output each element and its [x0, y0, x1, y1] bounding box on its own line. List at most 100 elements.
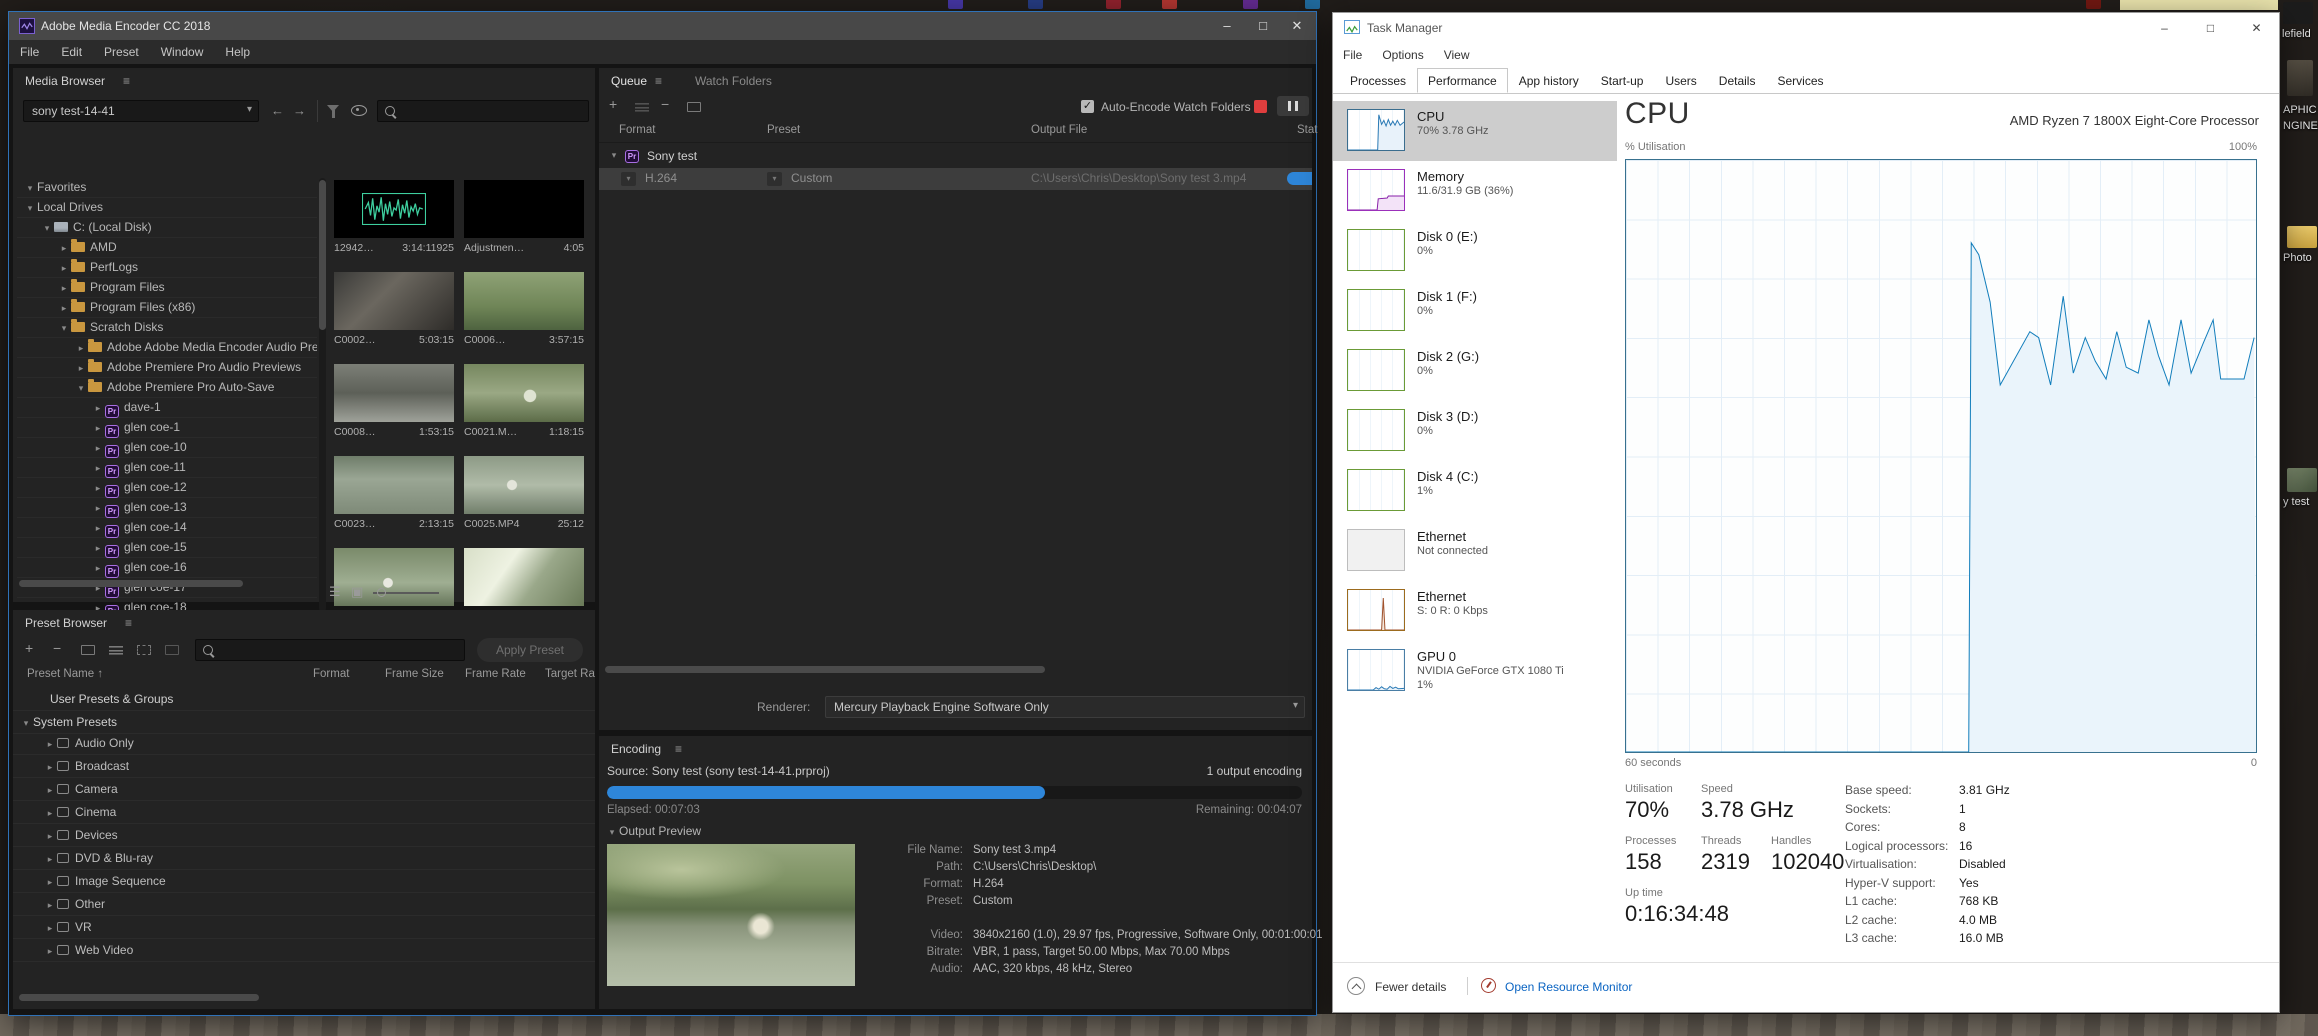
menu-item[interactable]: File	[1333, 43, 1372, 62]
perf-sidebar-item[interactable]: Disk 4 (C:) 1%	[1333, 461, 1617, 521]
menu-item[interactable]: File	[9, 40, 50, 59]
twist-icon[interactable]: ▸	[43, 848, 57, 870]
media-thumbnail[interactable]: 12942… 3:14:11925	[331, 178, 457, 264]
twist-icon[interactable]: ▾	[74, 379, 88, 398]
remove-source-icon[interactable]: −	[661, 96, 669, 112]
path-dropdown[interactable]: sony test-14-41 ▾	[23, 100, 259, 122]
twist-icon[interactable]: ▸	[43, 756, 57, 778]
twist-icon[interactable]: ▸	[43, 825, 57, 847]
twist-icon[interactable]: ▸	[74, 339, 88, 358]
tab[interactable]: Processes	[1339, 68, 1417, 93]
tree-item[interactable]: ▸Prglen coe-14	[17, 518, 317, 538]
stop-encoding-button[interactable]	[1254, 100, 1267, 113]
tree-item[interactable]: ▾Local Drives	[17, 198, 317, 218]
column-header[interactable]: Format	[313, 668, 349, 680]
column-header[interactable]: Output File	[1031, 124, 1087, 136]
twist-icon[interactable]: ▸	[43, 871, 57, 893]
apply-preset-button[interactable]: Apply Preset	[477, 638, 583, 662]
perf-sidebar-item[interactable]: Ethernet S: 0 R: 0 Kbps	[1333, 581, 1617, 641]
preset-category-row[interactable]: ▸VR	[13, 916, 595, 939]
tree-horizontal-scrollbar[interactable]	[19, 580, 243, 587]
media-thumbnail[interactable]: C0027.M… 1:56:15	[331, 546, 457, 612]
perf-sidebar-item[interactable]: Disk 1 (F:) 0%	[1333, 281, 1617, 341]
twist-icon[interactable]: ▾	[605, 827, 619, 838]
renderer-dropdown[interactable]: Mercury Playback Engine Software Only ▾	[825, 696, 1305, 718]
app-icon[interactable]	[1243, 0, 1258, 9]
perf-sidebar-item[interactable]: Disk 3 (D:) 0%	[1333, 401, 1617, 461]
tab[interactable]: Users	[1654, 68, 1707, 93]
twist-icon[interactable]: ▾	[23, 199, 37, 218]
preset-category-row[interactable]: ▸Web Video	[13, 939, 595, 962]
tree-item[interactable]: ▸Program Files (x86)	[17, 298, 317, 318]
maximize-button[interactable]: □	[2188, 13, 2233, 43]
back-icon[interactable]: ←	[271, 103, 284, 118]
media-thumbnail[interactable]: C0025.MP4 25:12	[461, 454, 587, 540]
add-preset-icon[interactable]: +	[25, 640, 33, 656]
tree-item[interactable]: ▸AMD	[17, 238, 317, 258]
tree-vertical-scrollbar[interactable]	[319, 180, 326, 330]
desktop-icon[interactable]	[2283, 2, 2313, 24]
close-button[interactable]: ✕	[1280, 12, 1314, 40]
column-header[interactable]: Stat	[1297, 124, 1317, 136]
menu-item[interactable]: Window	[150, 40, 215, 59]
tab-queue[interactable]: Queue	[611, 74, 647, 88]
twist-icon[interactable]: ▸	[91, 399, 105, 418]
twist-icon[interactable]: ▸	[43, 917, 57, 939]
column-header[interactable]: Preset Name ↑	[27, 668, 103, 680]
tree-item[interactable]: ▸Prglen coe-16	[17, 558, 317, 578]
preset-category-row[interactable]: ▸Cinema	[13, 801, 595, 824]
fewer-details-button[interactable]: Fewer details	[1375, 980, 1446, 994]
perf-sidebar-item[interactable]: Disk 2 (G:) 0%	[1333, 341, 1617, 401]
forward-icon[interactable]: →	[293, 103, 306, 118]
tree-item[interactable]: ▸Prglen coe-1	[17, 418, 317, 438]
twist-icon[interactable]: ▸	[91, 479, 105, 498]
tab[interactable]: Services	[1766, 68, 1834, 93]
list-view-icon[interactable]: ☰	[329, 584, 341, 600]
preset-group-row[interactable]: ▾System Presets	[13, 711, 595, 734]
twist-icon[interactable]: ▸	[91, 419, 105, 438]
tree-item[interactable]: ▸Prglen coe-11	[17, 458, 317, 478]
queue-item-row[interactable]: ▾ H.264 ▾ Custom C:\Users\Chris\Desktop\…	[599, 168, 1312, 190]
minimize-button[interactable]: –	[2142, 13, 2187, 43]
media-thumbnail[interactable]: C0006… 3:57:15	[461, 270, 587, 356]
add-source-icon[interactable]: +	[609, 96, 617, 112]
column-header[interactable]: Target Ra	[545, 668, 595, 680]
tree-item[interactable]: ▸Adobe Adobe Media Encoder Audio Previ	[17, 338, 317, 358]
tree-item[interactable]: ▸Prglen coe-12	[17, 478, 317, 498]
tree-item[interactable]: ▾Adobe Premiere Pro Auto-Save	[17, 378, 317, 398]
add-output-icon[interactable]	[687, 102, 701, 112]
column-header[interactable]: Format	[619, 124, 655, 136]
import-preset-icon[interactable]	[137, 645, 151, 655]
twist-icon[interactable]: ▸	[43, 733, 57, 755]
cpu-utilisation-graph[interactable]	[1625, 159, 2257, 753]
twist-icon[interactable]: ▸	[43, 894, 57, 916]
twist-icon[interactable]: ▸	[43, 779, 57, 801]
preset-settings-icon[interactable]	[109, 645, 123, 655]
media-thumbnail[interactable]: C0021.M… 1:18:15	[461, 362, 587, 448]
export-preset-icon[interactable]	[165, 645, 179, 655]
menu-item[interactable]: Help	[214, 40, 261, 59]
media-thumbnail[interactable]: C0030… 1:09:15	[461, 546, 587, 612]
preset-category-row[interactable]: ▸Devices	[13, 824, 595, 847]
twist-icon[interactable]: ▾	[23, 179, 37, 198]
format-dropdown[interactable]: ▾	[621, 172, 636, 186]
auto-encode-checkbox[interactable]: ✓	[1081, 100, 1094, 113]
queue-horizontal-scrollbar[interactable]	[605, 666, 1045, 673]
eye-icon[interactable]	[351, 105, 367, 116]
tab-watch-folders[interactable]: Watch Folders	[695, 74, 772, 88]
preset-horizontal-scrollbar[interactable]	[19, 994, 259, 1001]
app-icon[interactable]	[2086, 0, 2101, 9]
tree-item[interactable]: ▾Scratch Disks	[17, 318, 317, 338]
app-icon[interactable]	[1028, 0, 1043, 9]
twist-icon[interactable]: ▸	[91, 519, 105, 538]
preset-dropdown[interactable]: ▾	[767, 172, 782, 186]
panel-menu-icon[interactable]: ≡	[655, 74, 662, 88]
pause-encoding-button[interactable]	[1277, 96, 1309, 116]
tm-titlebar[interactable]: Task Manager – □ ✕	[1333, 13, 2279, 43]
media-thumbnail[interactable]: C0008… 1:53:15	[331, 362, 457, 448]
zoom-slider-knob[interactable]	[377, 588, 386, 597]
twist-icon[interactable]: ▸	[43, 940, 57, 962]
panel-menu-icon[interactable]: ≡	[123, 74, 130, 88]
fewer-details-icon[interactable]	[1347, 977, 1365, 995]
minimize-button[interactable]: –	[1210, 12, 1244, 40]
